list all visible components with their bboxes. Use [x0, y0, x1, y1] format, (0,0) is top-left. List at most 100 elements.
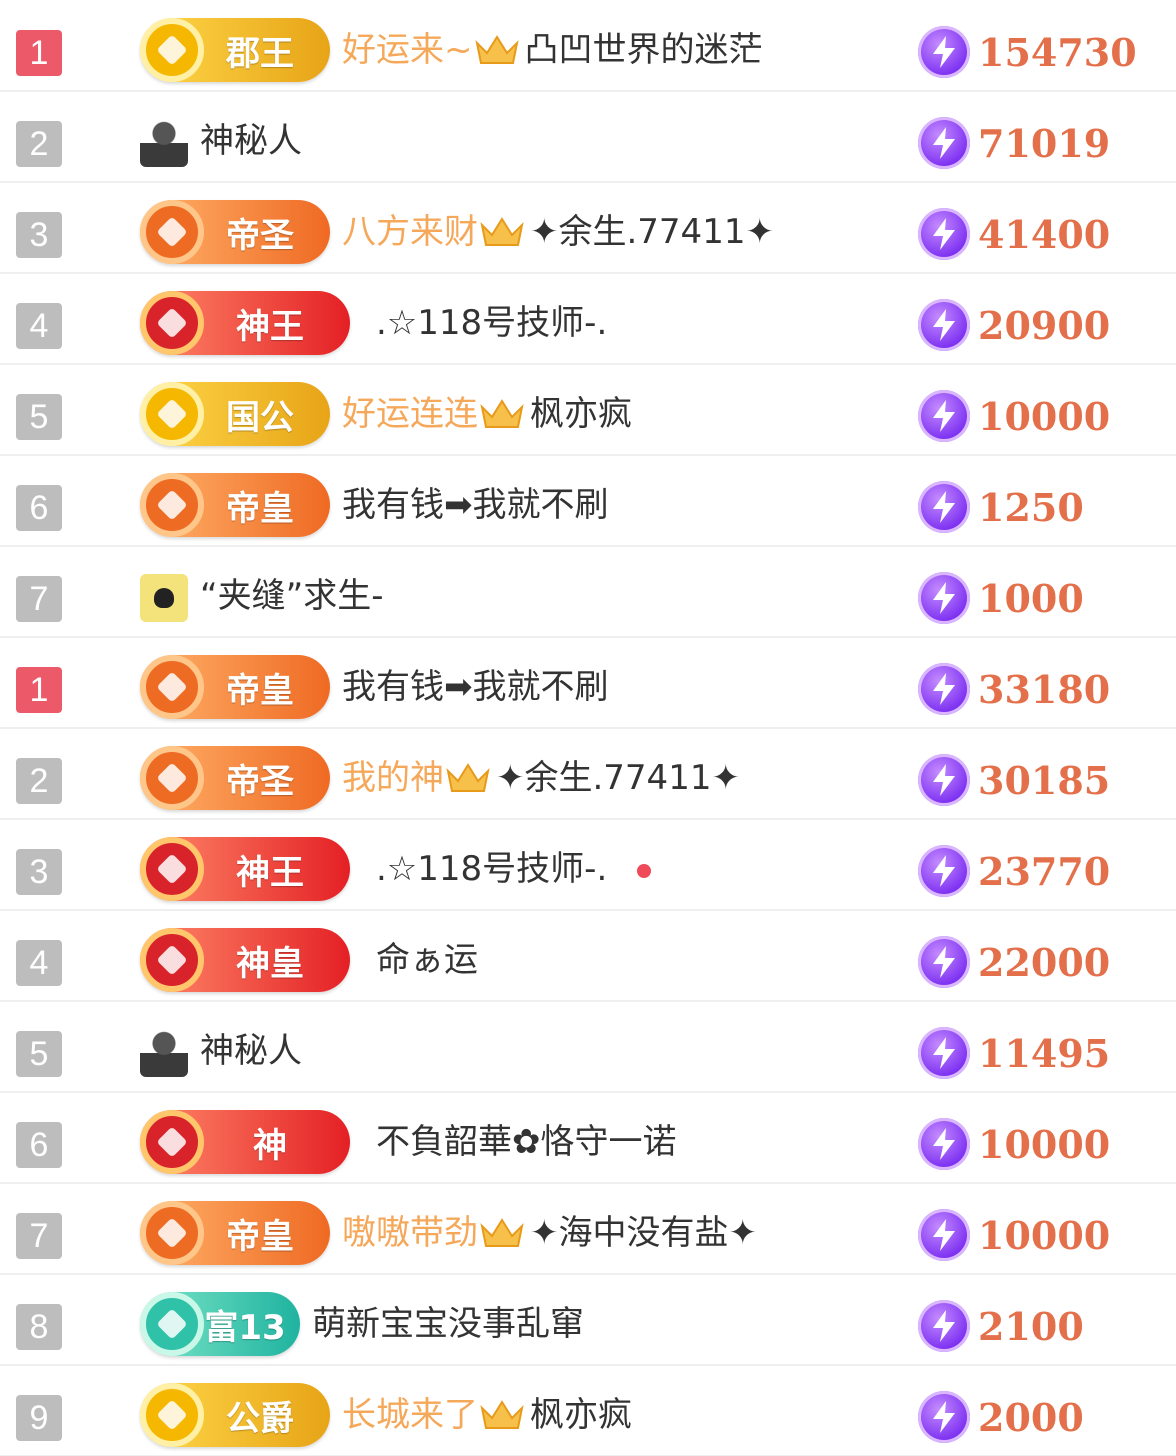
title-prefix: 我的神	[342, 758, 444, 798]
user-name-line[interactable]: 神秘人	[200, 1023, 302, 1079]
level-badge[interactable]: 帝圣	[140, 746, 330, 810]
rank-number: 9	[16, 1395, 62, 1441]
live-dot-icon	[637, 863, 652, 878]
user-name-line[interactable]: 我有钱➡我就不刷	[342, 659, 609, 715]
rank-number: 1	[16, 667, 62, 713]
lightning-coin-icon	[918, 208, 970, 260]
level-badge[interactable]: 郡王	[140, 18, 330, 82]
badge-emblem-icon	[140, 382, 204, 446]
ranking-row[interactable]: 3 神王 .☆118号技师-. 23770	[0, 819, 1176, 911]
badge-label: 帝皇	[226, 1216, 294, 1257]
user-name-line[interactable]: .☆118号技师-.	[376, 295, 607, 351]
user-name-line[interactable]: “夹缝”求生-	[200, 568, 384, 624]
rank-number: 6	[16, 485, 62, 531]
user-name: 命ぁ运	[376, 940, 478, 980]
user-name-line[interactable]: 我的神 ✦余生.77411✦	[342, 750, 740, 806]
crown-icon	[474, 34, 519, 64]
user-name: 不負韶華✿恪守一诺	[376, 1122, 677, 1162]
user-name: ✦余生.77411✦	[496, 758, 740, 798]
contribution-amount: 41400	[978, 212, 1111, 257]
level-badge[interactable]: 帝皇	[140, 655, 330, 719]
contribution-amount: 1000	[978, 576, 1084, 621]
title-prefix: 好运来~	[342, 30, 473, 70]
contribution-amount: 20900	[978, 303, 1111, 348]
level-badge[interactable]: 神王	[140, 837, 350, 901]
lightning-coin-icon	[918, 481, 970, 533]
ranking-row[interactable]: 8 富13 萌新宝宝没事乱窜 2100	[0, 1274, 1176, 1366]
user-name: 神秘人	[200, 1031, 302, 1071]
level-badge[interactable]: 神	[140, 1110, 350, 1174]
rank-number: 7	[16, 1213, 62, 1259]
level-badge[interactable]: 神王	[140, 291, 350, 355]
badge-emblem-icon	[140, 200, 204, 264]
user-name-line[interactable]: 嗷嗷带劲 ✦海中没有盐✦	[342, 1205, 757, 1261]
ranking-row[interactable]: 3 帝圣 八方来财 ✦余生.77411✦ 41400	[0, 182, 1176, 274]
rank-number: 7	[16, 576, 62, 622]
user-name: 萌新宝宝没事乱窜	[312, 1304, 584, 1344]
user-name-line[interactable]: 我有钱➡我就不刷	[342, 477, 609, 533]
user-name-line[interactable]: 命ぁ运	[376, 932, 478, 988]
user-name-line[interactable]: 八方来财 ✦余生.77411✦	[342, 204, 774, 260]
badge-emblem-icon	[140, 291, 204, 355]
level-badge[interactable]: 帝圣	[140, 200, 330, 264]
badge-label: 公爵	[226, 1398, 294, 1439]
level-badge[interactable]: 帝皇	[140, 473, 330, 537]
user-name-line[interactable]: 萌新宝宝没事乱窜	[312, 1296, 584, 1352]
contribution-amount: 2000	[978, 1395, 1084, 1440]
lightning-coin-icon	[918, 936, 970, 988]
mystery-avatar-icon[interactable]	[140, 119, 188, 167]
user-name-line[interactable]: 神秘人	[200, 113, 302, 169]
badge-emblem-icon	[140, 1292, 204, 1356]
contribution-amount: 30185	[978, 758, 1111, 803]
badge-emblem-icon	[140, 655, 204, 719]
level-badge[interactable]: 国公	[140, 382, 330, 446]
title-prefix: 八方来财	[342, 212, 478, 252]
crown-icon	[480, 1217, 524, 1247]
ranking-row[interactable]: 1 帝皇 我有钱➡我就不刷 33180	[0, 637, 1176, 729]
badge-label: 神王	[236, 306, 304, 347]
ranking-row[interactable]: 1 郡王 好运来~ 凸凹世界的迷茫 154730	[0, 0, 1176, 92]
badge-label: 神王	[236, 852, 304, 893]
user-name-line[interactable]: 好运连连 枫亦疯	[342, 386, 632, 442]
ranking-row[interactable]: 7 帝皇 嗷嗷带劲 ✦海中没有盐✦ 10000	[0, 1183, 1176, 1275]
level-badge[interactable]: 神皇	[140, 928, 350, 992]
ranking-row[interactable]: 9 公爵 长城来了 枫亦疯 2000	[0, 1365, 1176, 1456]
badge-emblem-icon	[140, 1201, 204, 1265]
badge-label: 神皇	[236, 943, 304, 984]
user-name: 枫亦疯	[530, 1395, 632, 1435]
ranking-row[interactable]: 4 神王 .☆118号技师-. 20900	[0, 273, 1176, 365]
rank-number: 2	[16, 758, 62, 804]
ranking-row[interactable]: 6 神 不負韶華✿恪守一诺 10000	[0, 1092, 1176, 1184]
user-name-line[interactable]: 不負韶華✿恪守一诺	[376, 1114, 677, 1170]
title-prefix: 好运连连	[342, 394, 478, 434]
badge-label: 富13	[204, 1307, 286, 1348]
ranking-row[interactable]: 5 神秘人 11495	[0, 1001, 1176, 1093]
ranking-list: 1 郡王 好运来~ 凸凹世界的迷茫 154730 2 神秘人 71019 3 帝圣 八方来财 ✦余生.…	[0, 0, 1176, 1456]
rank-number: 4	[16, 303, 62, 349]
contribution-amount: 23770	[978, 849, 1111, 894]
contribution-amount: 154730	[978, 30, 1137, 75]
user-name-line[interactable]: 长城来了 枫亦疯	[342, 1387, 632, 1443]
level-badge[interactable]: 富13	[140, 1292, 300, 1356]
ranking-row[interactable]: 6 帝皇 我有钱➡我就不刷 1250	[0, 455, 1176, 547]
rank-number: 3	[16, 212, 62, 258]
ranking-row[interactable]: 7 “夹缝”求生- 1000	[0, 546, 1176, 638]
badge-emblem-icon	[140, 1110, 204, 1174]
ranking-row[interactable]: 2 神秘人 71019	[0, 91, 1176, 183]
crown-icon	[480, 398, 524, 428]
contribution-amount: 22000	[978, 940, 1111, 985]
lightning-coin-icon	[918, 117, 970, 169]
beetle-avatar-icon[interactable]	[140, 574, 188, 622]
level-badge[interactable]: 公爵	[140, 1383, 330, 1447]
ranking-row[interactable]: 4 神皇 命ぁ运 22000	[0, 910, 1176, 1002]
ranking-row[interactable]: 2 帝圣 我的神 ✦余生.77411✦ 30185	[0, 728, 1176, 820]
user-name: 枫亦疯	[530, 394, 632, 434]
rank-number: 5	[16, 1031, 62, 1077]
user-name-line[interactable]: .☆118号技师-.	[376, 841, 652, 897]
level-badge[interactable]: 帝皇	[140, 1201, 330, 1265]
mystery-avatar-icon[interactable]	[140, 1029, 188, 1077]
user-name-line[interactable]: 好运来~ 凸凹世界的迷茫	[342, 22, 763, 78]
badge-emblem-icon	[140, 928, 204, 992]
badge-label: 国公	[226, 397, 294, 438]
ranking-row[interactable]: 5 国公 好运连连 枫亦疯 10000	[0, 364, 1176, 456]
